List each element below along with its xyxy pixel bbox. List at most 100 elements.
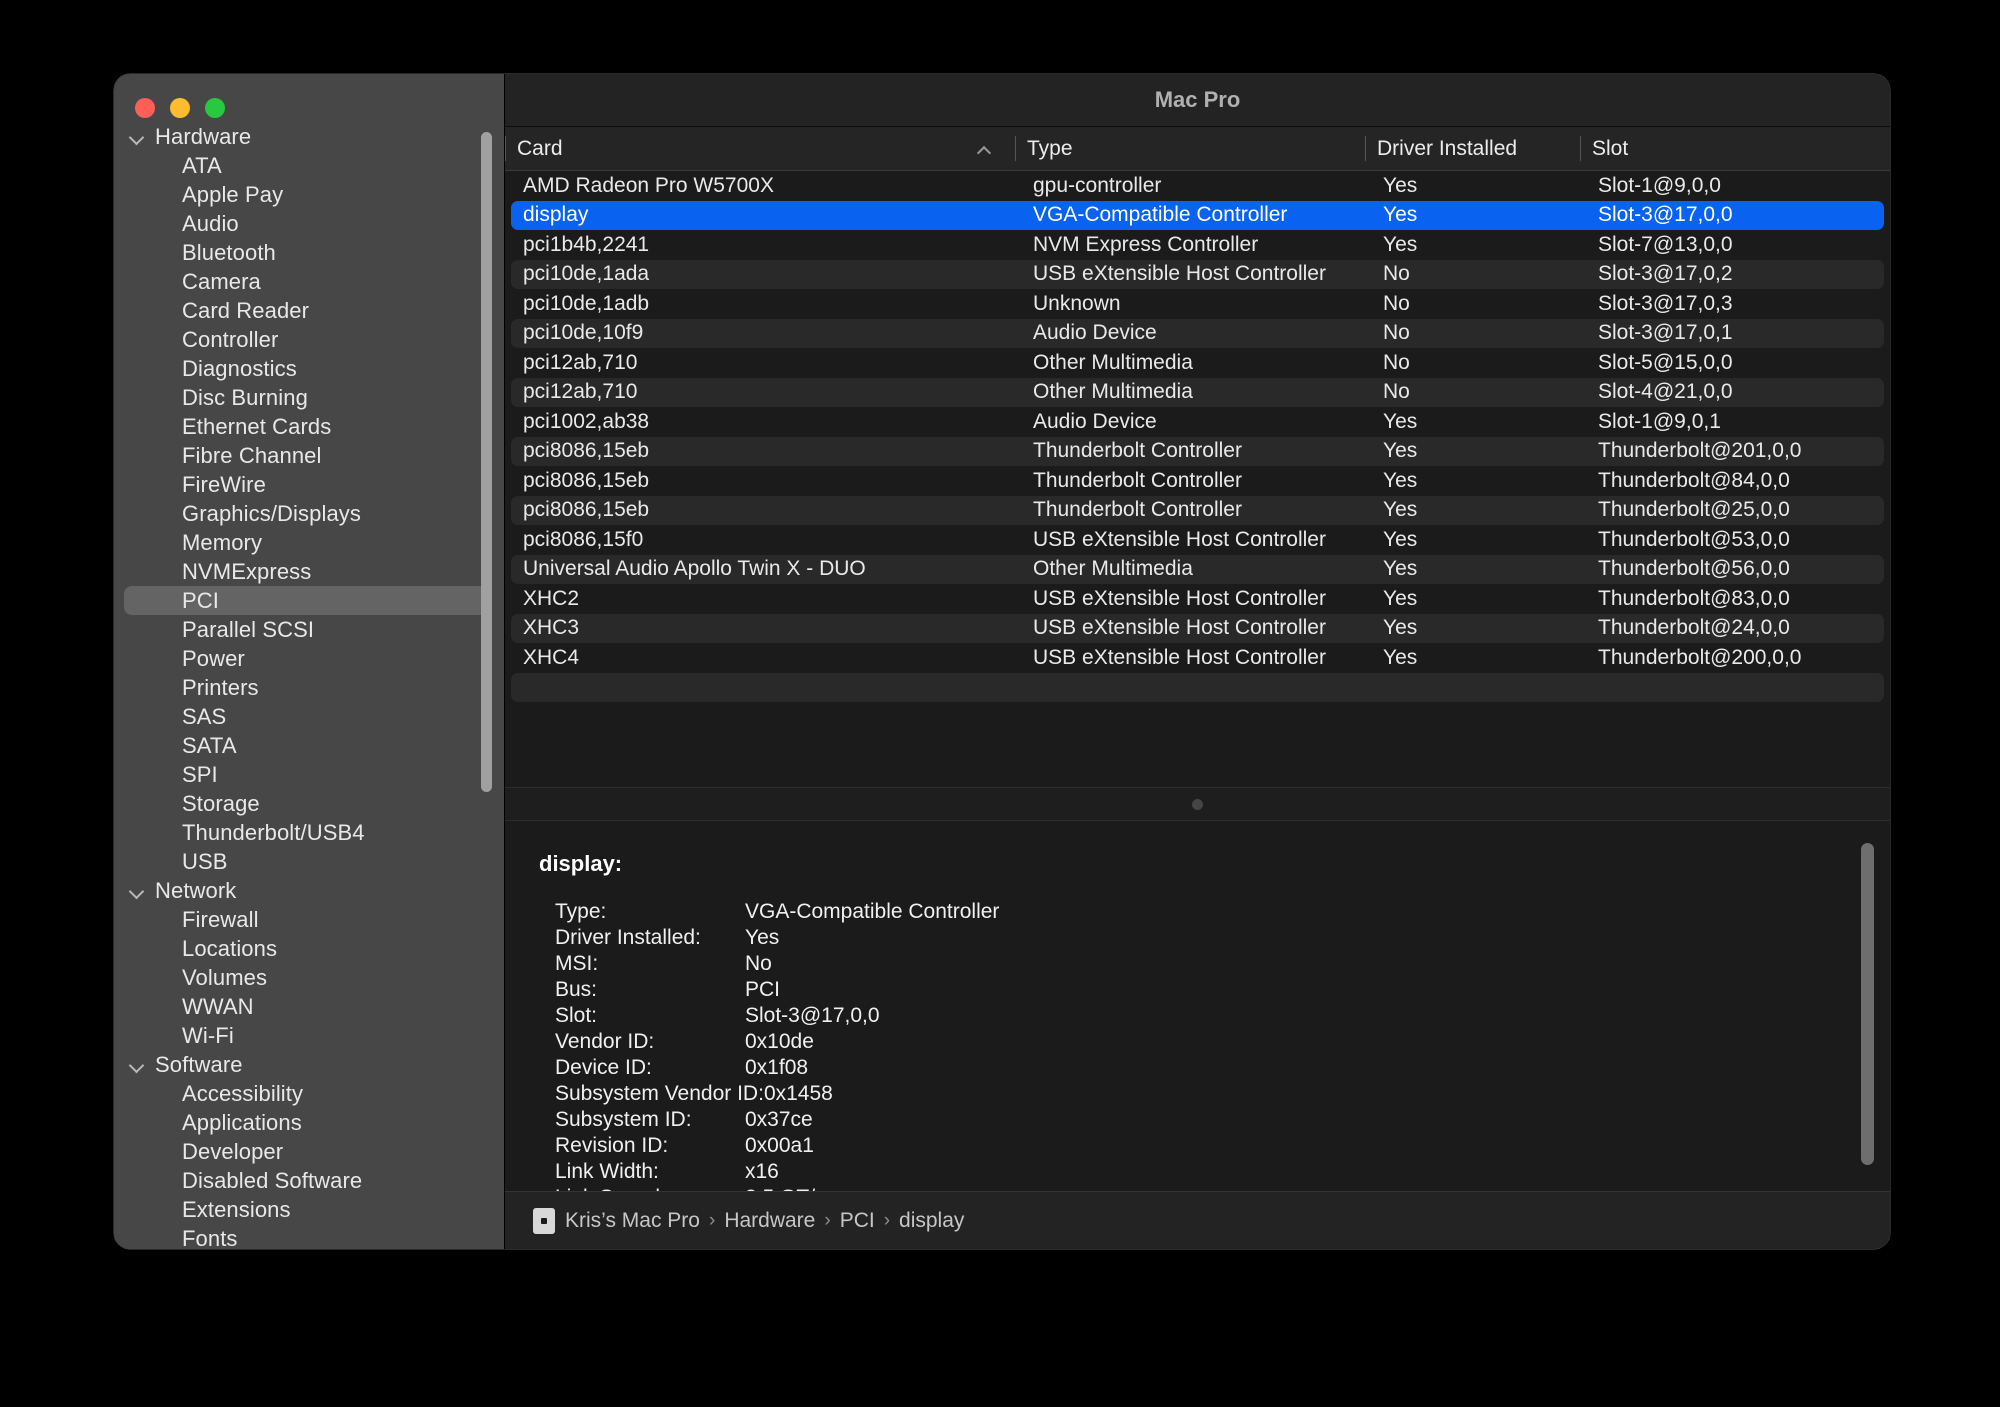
table-row[interactable]: XHC2 USB eXtensible Host Controller Yes Thu… <box>511 584 1884 614</box>
main-pane: Mac Pro Card Type Driver Installed Slot AMD… <box>504 74 1890 1249</box>
cell-slot: Thunderbolt@24,0,0 <box>1598 616 1790 640</box>
table-row[interactable]: pci1b4b,2241 NVM Express Controller Yes Slo… <box>511 230 1884 260</box>
sidebar-item-ata[interactable]: ATA <box>124 151 490 180</box>
sidebar-item-diagnostics[interactable]: Diagnostics <box>124 354 490 383</box>
sidebar-item-firewall[interactable]: Firewall <box>124 905 490 934</box>
detail-field-list: Type: VGA-Compatible Controller Driver Ins… <box>539 899 1890 1191</box>
sidebar-item-power[interactable]: Power <box>124 644 490 673</box>
table-row[interactable]: pci10de,1ada USB eXtensible Host Controll… <box>511 259 1884 289</box>
sidebar-item-wwan[interactable]: WWAN <box>124 992 490 1021</box>
sidebar-item-firewire[interactable]: FireWire <box>124 470 490 499</box>
breadcrumb-item[interactable]: Hardware <box>724 1209 815 1233</box>
table-body[interactable]: AMD Radeon Pro W5700X gpu-controller Yes Sl… <box>505 171 1890 787</box>
sidebar-item-storage[interactable]: Storage <box>124 789 490 818</box>
column-header-slot[interactable]: Slot <box>1580 127 1884 170</box>
sidebar-item-locations[interactable]: Locations <box>124 934 490 963</box>
cell-driver: Yes <box>1383 409 1418 433</box>
minimize-button[interactable] <box>170 98 190 118</box>
sidebar-item-spi[interactable]: SPI <box>124 760 490 789</box>
table-row[interactable]: pci8086,15eb Thunderbolt Controller Yes Thu… <box>511 466 1884 496</box>
sidebar-item-parallel-scsi[interactable]: Parallel SCSI <box>124 615 490 644</box>
detail-title: display: <box>539 851 623 876</box>
sidebar-item-accessibility[interactable]: Accessibility <box>124 1079 490 1108</box>
cell-slot: Slot-7@13,0,0 <box>1598 232 1733 256</box>
sidebar-scroll-area[interactable]: Hardware ATA Apple Pay Audio Bluetooth Camera… <box>114 118 504 1249</box>
cell-driver: No <box>1383 380 1410 404</box>
sidebar-item-sas[interactable]: SAS <box>124 702 490 731</box>
sidebar-item-controller[interactable]: Controller <box>124 325 490 354</box>
sidebar-item-graphics-displays[interactable]: Graphics/Displays <box>124 499 490 528</box>
cell-card: pci10de,1ada <box>523 262 650 286</box>
sidebar-item-sata[interactable]: SATA <box>124 731 490 760</box>
table-row[interactable]: pci10de,1adb Unknown No Slot-3@17,0,3 <box>511 289 1884 319</box>
sidebar-item-ethernet-cards[interactable]: Ethernet Cards <box>124 412 490 441</box>
detail-scrollbar[interactable] <box>1861 843 1874 1165</box>
sidebar-item-pci[interactable]: PCI <box>124 586 490 615</box>
sidebar-item-usb[interactable]: USB <box>124 847 490 876</box>
chevron-down-icon[interactable] <box>129 129 145 145</box>
table-row[interactable]: Universal Audio Apollo Twin X - DUO Other… <box>511 554 1884 584</box>
cell-card: pci1b4b,2241 <box>523 232 650 256</box>
table-row[interactable]: pci12ab,710 Other Multimedia No Slot-5@15,0… <box>511 348 1884 378</box>
cell-driver: Yes <box>1383 203 1418 227</box>
cell-type: Other Multimedia <box>1033 557 1193 581</box>
table-row[interactable]: XHC3 USB eXtensible Host Controller Yes Thu… <box>511 613 1884 643</box>
breadcrumb-item[interactable]: PCI <box>840 1209 875 1233</box>
sidebar-item-extensions[interactable]: Extensions <box>124 1195 490 1224</box>
table-row[interactable] <box>511 672 1884 702</box>
column-header-label: Card <box>517 136 563 160</box>
chevron-down-icon[interactable] <box>129 1057 145 1073</box>
sidebar-item-memory[interactable]: Memory <box>124 528 490 557</box>
sidebar-group-hardware[interactable]: Hardware <box>114 122 504 151</box>
sidebar-item-developer[interactable]: Developer <box>124 1137 490 1166</box>
table-row[interactable]: AMD Radeon Pro W5700X gpu-controller Yes Sl… <box>511 171 1884 201</box>
table-row[interactable]: pci10de,10f9 Audio Device No Slot-3@17,0,1 <box>511 318 1884 348</box>
column-header-type[interactable]: Type <box>1015 127 1365 170</box>
sidebar-item-camera[interactable]: Camera <box>124 267 490 296</box>
table-row[interactable]: pci8086,15eb Thunderbolt Controller Yes Thu… <box>511 495 1884 525</box>
detail-field-label: Vendor ID: <box>555 1030 655 1053</box>
breadcrumb-separator-icon: › <box>708 1209 716 1231</box>
sidebar-item-disc-burning[interactable]: Disc Burning <box>124 383 490 412</box>
sidebar-item-applications[interactable]: Applications <box>124 1108 490 1137</box>
sidebar-item-fibre-channel[interactable]: Fibre Channel <box>124 441 490 470</box>
sidebar-item-fonts[interactable]: Fonts <box>124 1224 490 1249</box>
column-header-card[interactable]: Card <box>505 127 1015 170</box>
cell-slot: Thunderbolt@201,0,0 <box>1598 439 1802 463</box>
sidebar-item-apple-pay[interactable]: Apple Pay <box>124 180 490 209</box>
sidebar-item-wi-fi[interactable]: Wi-Fi <box>124 1021 490 1050</box>
cell-card: pci8086,15eb <box>523 498 650 522</box>
titlebar[interactable]: Mac Pro <box>505 74 1890 127</box>
sidebar-item-volumes[interactable]: Volumes <box>124 963 490 992</box>
sidebar-scrollbar[interactable] <box>481 132 492 792</box>
sidebar-item-card-reader[interactable]: Card Reader <box>124 296 490 325</box>
cell-driver: Yes <box>1383 173 1418 197</box>
panel-splitter[interactable] <box>505 787 1890 821</box>
close-button[interactable] <box>135 98 155 118</box>
table-row[interactable]: pci8086,15eb Thunderbolt Controller Yes Thu… <box>511 436 1884 466</box>
detail-field-value: Slot-3@17,0,0 <box>745 1004 880 1027</box>
cell-card: pci12ab,710 <box>523 380 638 404</box>
table-row[interactable]: pci8086,15f0 USB eXtensible Host Controll… <box>511 525 1884 555</box>
pci-table: Card Type Driver Installed Slot AMD Radeon … <box>505 127 1890 787</box>
sidebar-group-network[interactable]: Network <box>114 876 504 905</box>
table-row[interactable]: pci1002,ab38 Audio Device Yes Slot-1@9,0,1 <box>511 407 1884 437</box>
breadcrumb-separator-icon: › <box>883 1209 891 1231</box>
sidebar-item-disabled-software[interactable]: Disabled Software <box>124 1166 490 1195</box>
table-row[interactable]: display VGA-Compatible Controller Yes Slot-… <box>511 200 1884 230</box>
table-row[interactable]: pci12ab,710 Other Multimedia No Slot-4@21,0… <box>511 377 1884 407</box>
cell-card: pci8086,15f0 <box>523 527 644 551</box>
breadcrumb-item[interactable]: Kris’s Mac Pro <box>565 1209 700 1233</box>
detail-field-value: 0x00a1 <box>745 1134 814 1157</box>
zoom-button[interactable] <box>205 98 225 118</box>
column-header-driver-installed[interactable]: Driver Installed <box>1365 127 1580 170</box>
breadcrumb-item[interactable]: display <box>899 1209 964 1233</box>
sidebar-item-audio[interactable]: Audio <box>124 209 490 238</box>
sidebar-group-software[interactable]: Software <box>114 1050 504 1079</box>
table-row[interactable]: XHC4 USB eXtensible Host Controller Yes Thu… <box>511 643 1884 673</box>
sidebar-item-bluetooth[interactable]: Bluetooth <box>124 238 490 267</box>
sidebar-item-nvmexpress[interactable]: NVMExpress <box>124 557 490 586</box>
sidebar-item-printers[interactable]: Printers <box>124 673 490 702</box>
chevron-down-icon[interactable] <box>129 883 145 899</box>
sidebar-item-thunderbolt-usb4[interactable]: Thunderbolt/USB4 <box>124 818 490 847</box>
